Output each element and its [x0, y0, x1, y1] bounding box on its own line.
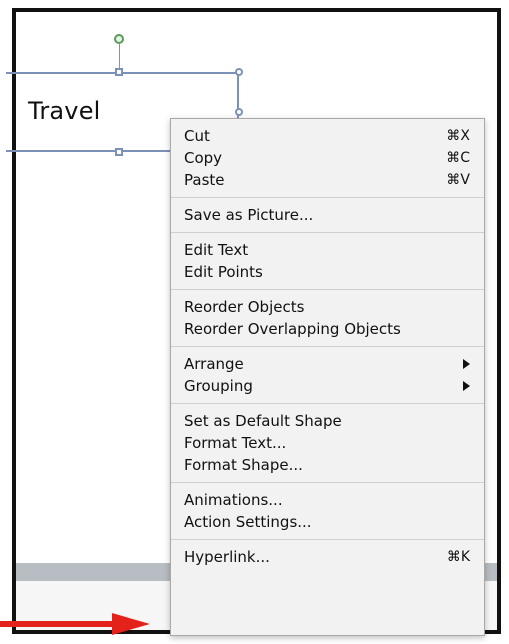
menu-item-grouping[interactable]: Grouping — [171, 375, 484, 397]
menu-item-label: Format Text... — [184, 434, 287, 452]
menu-item-format-text[interactable]: Format Text... — [171, 432, 484, 454]
menu-item-label: Copy — [184, 149, 223, 167]
menu-item-shortcut: ⌘C — [446, 150, 470, 166]
menu-item-label: Cut — [184, 127, 210, 145]
menu-item-action-settings[interactable]: Action Settings... — [171, 511, 484, 533]
menu-item-hyperlink[interactable]: Hyperlink... ⌘K — [171, 546, 484, 568]
menu-item-reorder-overlapping-objects[interactable]: Reorder Overlapping Objects — [171, 318, 484, 340]
menu-item-label: Reorder Overlapping Objects — [184, 320, 401, 338]
resize-handle-bottom-middle[interactable] — [115, 148, 123, 156]
menu-item-label: Save as Picture... — [184, 206, 314, 224]
rotate-handle[interactable] — [114, 34, 124, 44]
menu-item-shortcut: ⌘X — [446, 128, 470, 144]
submenu-triangle-icon — [463, 359, 470, 369]
menu-group: Hyperlink... ⌘K — [171, 540, 484, 574]
red-arrow-icon — [0, 613, 150, 635]
context-menu: Cut ⌘X Copy ⌘C Paste ⌘V Save as Picture... Edit… — [170, 118, 485, 636]
menu-item-label: Set as Default Shape — [184, 412, 342, 430]
menu-item-label: Format Shape... — [184, 456, 303, 474]
menu-item-paste[interactable]: Paste ⌘V — [171, 169, 484, 191]
menu-group: Cut ⌘X Copy ⌘C Paste ⌘V — [171, 119, 484, 197]
menu-item-reorder-objects[interactable]: Reorder Objects — [171, 296, 484, 318]
menu-group: Set as Default Shape Format Text... Format… — [171, 404, 484, 482]
menu-group: Edit Text Edit Points — [171, 233, 484, 289]
menu-item-label: Grouping — [184, 377, 253, 395]
menu-item-label: Reorder Objects — [184, 298, 305, 316]
menu-item-animations[interactable]: Animations... — [171, 489, 484, 511]
menu-item-label: Paste — [184, 171, 225, 189]
menu-group: Animations... Action Settings... — [171, 483, 484, 539]
menu-group: Save as Picture... — [171, 198, 484, 232]
menu-item-shortcut: ⌘K — [446, 549, 470, 565]
menu-item-copy[interactable]: Copy ⌘C — [171, 147, 484, 169]
menu-group: Reorder Objects Reorder Overlapping Objec… — [171, 290, 484, 346]
menu-item-label: Arrange — [184, 355, 244, 373]
menu-item-label: Edit Points — [184, 263, 263, 281]
menu-item-label: Animations... — [184, 491, 283, 509]
resize-handle-middle-right[interactable] — [235, 108, 243, 116]
submenu-triangle-icon — [463, 381, 470, 391]
menu-group: Arrange Grouping — [171, 347, 484, 403]
menu-item-edit-points[interactable]: Edit Points — [171, 261, 484, 283]
shape-text[interactable]: Travel — [28, 97, 101, 125]
menu-item-set-as-default-shape[interactable]: Set as Default Shape — [171, 410, 484, 432]
menu-item-shortcut: ⌘V — [446, 172, 470, 188]
menu-item-label: Hyperlink... — [184, 548, 270, 566]
menu-item-cut[interactable]: Cut ⌘X — [171, 125, 484, 147]
resize-handle-top-middle[interactable] — [115, 68, 123, 76]
menu-item-arrange[interactable]: Arrange — [171, 353, 484, 375]
menu-item-edit-text[interactable]: Edit Text — [171, 239, 484, 261]
menu-item-save-as-picture[interactable]: Save as Picture... — [171, 204, 484, 226]
menu-item-label: Edit Text — [184, 241, 249, 259]
menu-item-label: Action Settings... — [184, 513, 312, 531]
resize-handle-top-right[interactable] — [235, 68, 243, 76]
menu-item-format-shape[interactable]: Format Shape... — [171, 454, 484, 476]
